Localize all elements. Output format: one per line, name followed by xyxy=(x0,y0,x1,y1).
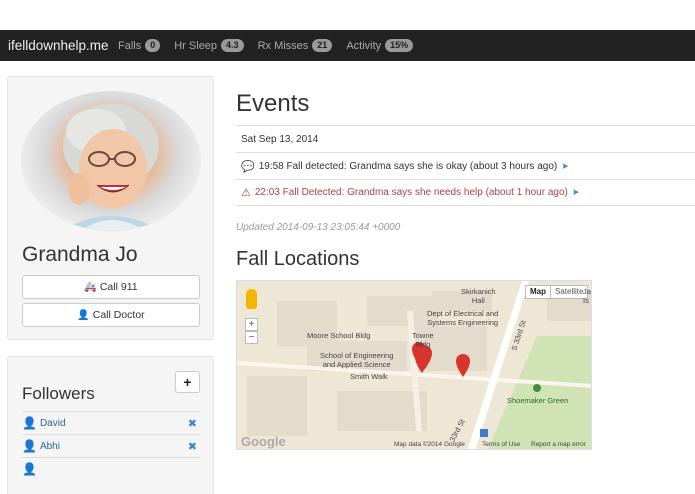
user-icon: 👤 xyxy=(22,416,37,430)
follower-name-link[interactable]: David xyxy=(40,418,66,429)
follower-item: 👤 Abhi ✖ xyxy=(22,434,200,457)
user-icon: 👤 xyxy=(22,462,37,476)
nav-item-label: Rx Misses xyxy=(257,39,309,52)
map-label-moore: Moore School Bldg xyxy=(307,331,371,340)
event-row-danger: ⚠ 22:03 Fall Detected: Grandma says she … xyxy=(236,179,695,206)
map-type-map-button[interactable]: Map xyxy=(525,285,551,299)
event-date: Sat Sep 13, 2014 xyxy=(241,133,319,145)
fall-locations-title: Fall Locations xyxy=(236,248,360,270)
event-row: 💬 19:58 Fall detected: Grandma says she … xyxy=(236,152,695,179)
sleep-badge: 4.3 xyxy=(221,39,244,52)
nav-item-label: Hr Sleep xyxy=(174,39,218,52)
warning-icon: ⚠ xyxy=(241,187,251,199)
doctor-icon: 👤 xyxy=(77,309,90,321)
map-label-edge: Ja Is xyxy=(583,287,591,305)
map-label-dept: Dept of Electrical and Systems Engineeri… xyxy=(427,309,499,327)
map-label-shoemaker-green: Shoemaker Green xyxy=(507,396,569,405)
call-911-label: Call 911 xyxy=(99,281,138,293)
nav-item-label: Activity xyxy=(346,39,382,52)
follower-item-partial: 👤 xyxy=(22,457,200,480)
remove-follower-icon[interactable]: ✖ xyxy=(188,440,197,453)
event-text: 22:03 Fall Detected: Grandma says she ne… xyxy=(254,187,568,198)
nav-item-rx-misses[interactable]: Rx Misses 21 xyxy=(258,39,333,52)
event-date-row: Sat Sep 13, 2014 xyxy=(236,125,695,152)
top-navbar: ifelldownhelp.me Falls 0 Hr Sleep 4.3 Rx… xyxy=(0,30,695,61)
profile-name: Grandma Jo xyxy=(22,243,138,266)
map-label-skirkanich: Skirkanich Hall xyxy=(461,287,496,305)
terms-of-use-link[interactable]: Terms of Use xyxy=(482,441,520,448)
user-icon: 👤 xyxy=(22,439,37,453)
follower-item: 👤 David ✖ xyxy=(22,411,200,434)
profile-panel: Grandma Jo 🚑 Call 911 👤 Call Doctor xyxy=(7,76,214,340)
call-911-button[interactable]: 🚑 Call 911 xyxy=(22,275,200,299)
avatar-portrait xyxy=(61,104,161,231)
map-canvas xyxy=(237,281,591,449)
nav-item-activity[interactable]: Activity 15% xyxy=(346,39,414,52)
followers-title: Followers xyxy=(22,384,95,403)
location-arrow-icon[interactable]: ➤ xyxy=(572,187,580,198)
nav-item-label: Falls xyxy=(118,39,142,52)
brand-link[interactable]: ifelldownhelp.me xyxy=(8,38,118,53)
nav-item-falls[interactable]: Falls 0 xyxy=(118,39,161,52)
call-doctor-label: Call Doctor xyxy=(92,309,145,321)
avatar xyxy=(21,91,201,231)
map-label-seas: School of Engineering and Applied Scienc… xyxy=(320,351,394,369)
ambulance-icon: 🚑 xyxy=(84,281,97,293)
comment-icon: 💬 xyxy=(241,160,255,173)
falls-badge: 0 xyxy=(145,39,161,52)
call-doctor-button[interactable]: 👤 Call Doctor xyxy=(22,303,200,327)
map-data-attribution: Map data ©2014 Google xyxy=(394,441,465,448)
map-label-towne: Towne Bldg xyxy=(412,331,434,349)
follower-name-link[interactable]: Abhi xyxy=(40,441,60,452)
remove-follower-icon[interactable]: ✖ xyxy=(188,417,197,430)
location-arrow-icon[interactable]: ➤ xyxy=(561,161,569,172)
activity-badge: 15% xyxy=(385,39,414,52)
google-logo: Google xyxy=(241,434,286,449)
event-text: 19:58 Fall detected: Grandma says she is… xyxy=(258,160,558,172)
followers-panel: Followers + 👤 David ✖ 👤 Abhi ✖ 👤 xyxy=(7,356,214,494)
updated-timestamp: Updated 2014-09-13 23:05:44 +0000 xyxy=(236,222,401,233)
zoom-out-button[interactable]: − xyxy=(245,331,258,344)
events-title: Events xyxy=(236,90,310,117)
zoom-in-button[interactable]: + xyxy=(245,318,258,331)
fall-locations-map[interactable]: Map Satellite + − Skirkanich Hall Dept o… xyxy=(236,280,592,450)
add-follower-button[interactable]: + xyxy=(175,371,200,393)
nav-item-hr-sleep[interactable]: Hr Sleep 4.3 xyxy=(174,39,244,52)
map-label-smith-walk: Smith Walk xyxy=(350,372,388,381)
rx-badge: 21 xyxy=(312,39,333,52)
street-view-pegman-icon[interactable] xyxy=(246,289,257,309)
report-map-error-link[interactable]: Report a map error xyxy=(531,441,586,448)
